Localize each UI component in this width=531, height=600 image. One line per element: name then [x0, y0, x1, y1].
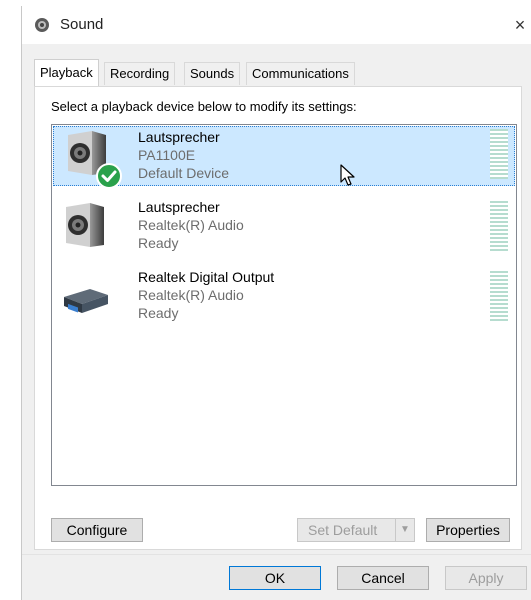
- sound-dialog: Sound × Playback Recording Sounds Commun…: [21, 6, 531, 600]
- device-item-lautsprecher-pa1100e[interactable]: Lautsprecher PA1100E Default Device: [53, 126, 515, 189]
- close-button[interactable]: ×: [508, 6, 531, 44]
- apply-button[interactable]: Apply: [445, 566, 527, 590]
- window-title: Sound: [60, 16, 104, 33]
- tab-playback[interactable]: Playback: [34, 59, 99, 86]
- mouse-pointer-icon: [340, 164, 355, 186]
- device-status: Default Device: [138, 165, 230, 181]
- device-item-realtek-digital-output[interactable]: Realtek Digital Output Realtek(R) Audio …: [52, 265, 516, 333]
- instructions-label: Select a playback device below to modify…: [51, 99, 357, 114]
- device-list[interactable]: Lautsprecher PA1100E Default Device Laut…: [51, 124, 517, 486]
- chevron-down-icon[interactable]: ▼: [395, 519, 414, 541]
- device-description: PA1100E: [138, 147, 196, 163]
- device-status: Ready: [138, 235, 179, 251]
- configure-button[interactable]: Configure: [51, 518, 143, 542]
- device-description: Realtek(R) Audio: [138, 217, 244, 233]
- device-name: Lautsprecher: [138, 129, 220, 145]
- volume-meter: [490, 129, 508, 179]
- device-name: Realtek Digital Output: [138, 269, 275, 285]
- title-bar[interactable]: Sound ×: [22, 6, 531, 44]
- tab-sounds[interactable]: Sounds: [184, 62, 241, 85]
- tab-recording[interactable]: Recording: [104, 62, 176, 85]
- check-badge-icon: [96, 163, 122, 189]
- footer-separator: [22, 554, 531, 555]
- properties-button[interactable]: Properties: [426, 518, 510, 542]
- set-default-button[interactable]: Set Default ▼: [297, 518, 415, 542]
- device-item-lautsprecher-realtek[interactable]: Lautsprecher Realtek(R) Audio Ready: [52, 195, 516, 263]
- playback-panel: Select a playback device below to modify…: [34, 86, 522, 550]
- tab-communications[interactable]: Communications: [246, 62, 355, 85]
- device-name: Lautsprecher: [138, 199, 220, 215]
- speaker-icon: [66, 203, 104, 247]
- device-status: Ready: [138, 305, 179, 321]
- volume-meter: [490, 201, 508, 251]
- ok-button[interactable]: OK: [229, 566, 321, 590]
- digital-output-icon: [64, 289, 108, 313]
- cancel-button[interactable]: Cancel: [337, 566, 429, 590]
- sound-app-icon: [35, 18, 49, 32]
- device-description: Realtek(R) Audio: [138, 287, 244, 303]
- volume-meter: [490, 271, 508, 321]
- set-default-label: Set Default: [308, 522, 378, 538]
